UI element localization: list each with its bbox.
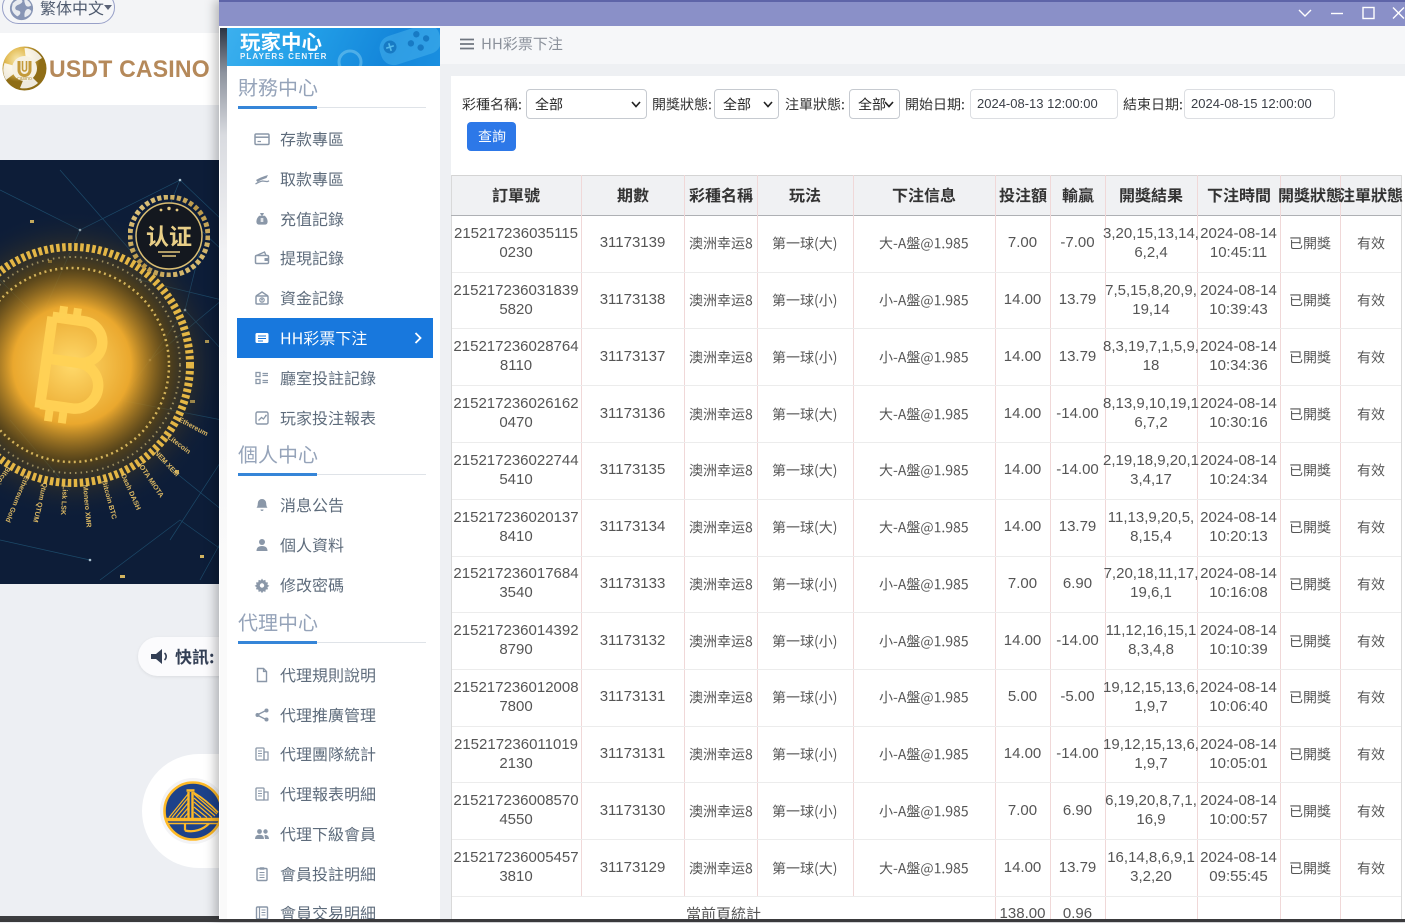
svg-text:casino: casino (17, 76, 32, 82)
